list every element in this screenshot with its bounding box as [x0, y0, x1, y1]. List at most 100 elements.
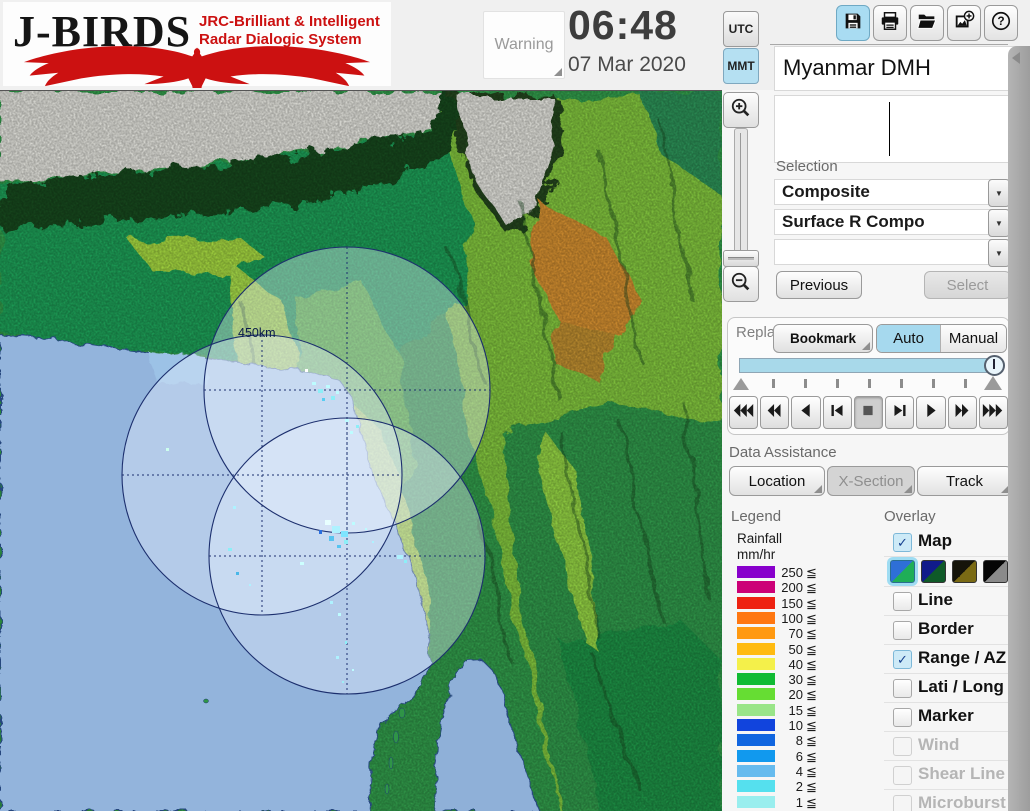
slider-start-marker[interactable]	[733, 378, 749, 390]
clock-date: 07 Mar 2020	[568, 53, 686, 77]
overlay-item-label: Map	[918, 531, 952, 551]
overlay-item-label: Marker	[918, 706, 974, 726]
map-zoom-slider-handle[interactable]	[723, 250, 759, 267]
legend-color-chip	[737, 719, 775, 731]
slider-end-marker[interactable]	[984, 376, 1002, 390]
forward-2x-button[interactable]	[948, 396, 977, 429]
dropdown-composite-arrow[interactable]: ▼	[988, 179, 1010, 207]
overlay-row-map: ✓ Map	[884, 528, 1008, 557]
map-style-swatch-4[interactable]	[983, 560, 1008, 583]
dropdown-composite[interactable]: Composite	[774, 179, 995, 205]
previous-button[interactable]: Previous	[776, 271, 862, 299]
skip-end-icon	[888, 403, 912, 423]
checked-checkbox[interactable]: ✓	[893, 650, 912, 669]
map-zoom-slider[interactable]	[734, 128, 748, 262]
manual-button[interactable]: Manual	[940, 325, 1006, 352]
play-reverse-icon	[794, 403, 818, 423]
skip-start-icon	[825, 403, 849, 423]
add-image-button[interactable]	[947, 5, 981, 41]
legend-color-chip	[737, 658, 775, 670]
legend-value: 100	[777, 611, 803, 626]
map-style-swatch-2[interactable]	[921, 560, 946, 583]
legend-row: 200 ≦	[733, 580, 825, 595]
bookmark-button[interactable]: Bookmark	[773, 324, 873, 353]
unchecked-checkbox[interactable]	[893, 795, 912, 811]
replay-slider-handle[interactable]	[984, 355, 1005, 376]
legend-comparator: ≦	[806, 764, 817, 780]
legend-row: 250 ≦	[733, 565, 825, 580]
entry-field[interactable]	[774, 95, 1010, 163]
play-reverse-button[interactable]	[791, 396, 820, 429]
map-style-swatch-3[interactable]	[952, 560, 977, 583]
location-button[interactable]: Location	[729, 466, 825, 496]
unchecked-checkbox[interactable]	[893, 766, 912, 785]
splitter-collapse-icon[interactable]	[1012, 52, 1020, 64]
legend-value: 8	[777, 733, 803, 748]
select-button[interactable]: Select	[924, 271, 1011, 299]
legend-color-chip	[737, 765, 775, 777]
map-zoom-out-button[interactable]	[723, 266, 759, 302]
legend-value: 70	[777, 626, 803, 641]
map-zoom-in-button[interactable]	[723, 92, 759, 128]
rewind-2x-button[interactable]	[760, 396, 789, 429]
x-section-button[interactable]: X-Section	[827, 466, 915, 496]
dropdown-product-arrow[interactable]: ▼	[988, 209, 1010, 237]
legend-color-chip	[737, 734, 775, 746]
slider-tick	[836, 379, 839, 388]
checked-checkbox[interactable]: ✓	[893, 533, 912, 552]
dropdown-empty[interactable]	[774, 239, 995, 265]
legend-row: 1 ≦	[733, 795, 825, 810]
legend-color-chip	[737, 688, 775, 700]
legend-unit-1: Rainfall	[737, 531, 782, 546]
add-image-icon	[953, 10, 975, 37]
legend-color-chip	[737, 750, 775, 762]
jbirds-window: J-BIRDS JRC-Brilliant & Intelligent Rada…	[0, 0, 1030, 811]
play-button[interactable]	[916, 396, 945, 429]
panel-splitter[interactable]	[1008, 46, 1030, 811]
help-button[interactable]: ?	[984, 5, 1018, 41]
skip-end-button[interactable]	[885, 396, 914, 429]
zoom-out-icon	[730, 271, 752, 298]
print-button[interactable]	[873, 5, 907, 41]
replay-slider-track[interactable]	[739, 358, 1001, 373]
timezone-mmt-button[interactable]: MMT	[723, 48, 759, 84]
track-button[interactable]: Track	[917, 466, 1012, 496]
legend-color-chip	[737, 597, 775, 609]
stop-button[interactable]	[854, 396, 883, 429]
dropdown-product[interactable]: Surface R Compo	[774, 209, 995, 235]
unchecked-checkbox[interactable]	[893, 737, 912, 756]
auto-button[interactable]: Auto	[877, 325, 940, 352]
unchecked-checkbox[interactable]	[893, 621, 912, 640]
unchecked-checkbox[interactable]	[893, 708, 912, 727]
unchecked-checkbox[interactable]	[893, 592, 912, 611]
legend-value: 6	[777, 749, 803, 764]
save-button[interactable]	[836, 5, 870, 41]
radar-map[interactable]: 450km	[0, 90, 722, 811]
eagle-logo-icon	[9, 44, 387, 88]
legend-value: 30	[777, 672, 803, 687]
legend-value: 50	[777, 642, 803, 657]
header-divider	[770, 44, 1008, 45]
legend-comparator: ≦	[806, 596, 817, 612]
toolbar: ?	[836, 5, 1018, 41]
legend-comparator: ≦	[806, 626, 817, 642]
legend-value: 15	[777, 703, 803, 718]
dropdown-empty-arrow[interactable]: ▼	[988, 239, 1010, 267]
rewind-3x-button[interactable]	[729, 396, 758, 429]
overlay-item-label: Range / AZ	[918, 648, 1006, 668]
map-style-swatch-1[interactable]	[890, 560, 915, 583]
unchecked-checkbox[interactable]	[893, 679, 912, 698]
overlay-label: Overlay	[884, 508, 936, 525]
legend-color-chip	[737, 673, 775, 685]
forward-3x-icon	[981, 403, 1005, 423]
warning-button[interactable]: Warning	[483, 11, 565, 79]
playback-buttons	[729, 396, 1008, 429]
station-name-field[interactable]: Myanmar DMH	[774, 46, 1018, 91]
overlay-row-microburst: Microburst	[884, 790, 1008, 811]
timezone-utc-button[interactable]: UTC	[723, 11, 759, 47]
open-folder-button[interactable]	[910, 5, 944, 41]
forward-3x-button[interactable]	[979, 396, 1008, 429]
skip-start-button[interactable]	[823, 396, 852, 429]
legend-row: 4 ≦	[733, 764, 825, 779]
legend-comparator: ≦	[806, 611, 817, 627]
